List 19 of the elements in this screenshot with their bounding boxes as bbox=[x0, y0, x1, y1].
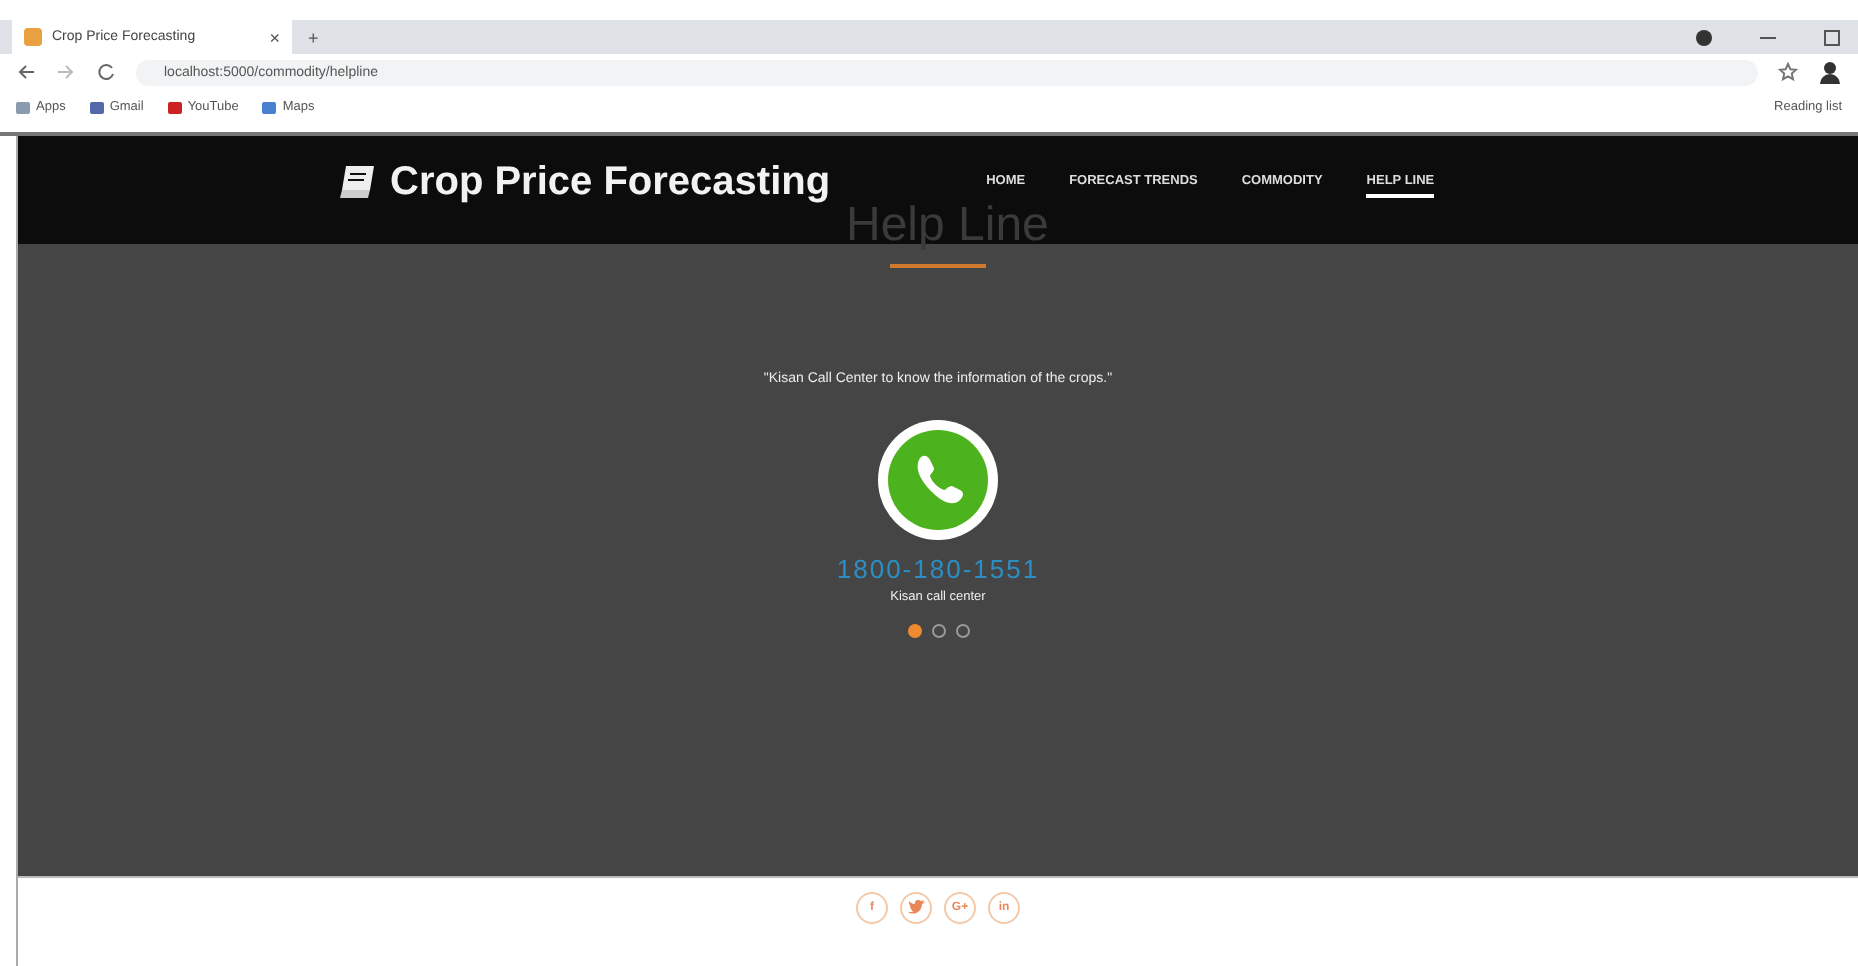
heading-underline bbox=[890, 264, 986, 268]
carousel-dot[interactable] bbox=[931, 624, 945, 638]
extension-icon[interactable] bbox=[1694, 27, 1714, 47]
reload-icon[interactable] bbox=[96, 62, 116, 82]
bird-icon bbox=[907, 900, 925, 916]
favicon-icon bbox=[24, 28, 42, 46]
close-tab-button[interactable]: × bbox=[269, 27, 280, 47]
carousel-dot[interactable] bbox=[907, 624, 921, 638]
carousel-dot[interactable] bbox=[955, 624, 969, 638]
book-icon bbox=[338, 164, 378, 200]
back-icon[interactable] bbox=[16, 62, 36, 82]
twitter-button[interactable] bbox=[900, 892, 932, 924]
star-icon[interactable] bbox=[1778, 62, 1798, 82]
phone-number: 1800-180-1551 bbox=[836, 554, 1040, 584]
new-tab-button[interactable]: + bbox=[308, 27, 319, 47]
profile-icon[interactable] bbox=[1818, 60, 1842, 84]
maximize-icon[interactable] bbox=[1822, 27, 1842, 47]
brand-title: Crop Price Forecasting bbox=[390, 159, 831, 205]
phone-icon bbox=[876, 418, 1000, 542]
